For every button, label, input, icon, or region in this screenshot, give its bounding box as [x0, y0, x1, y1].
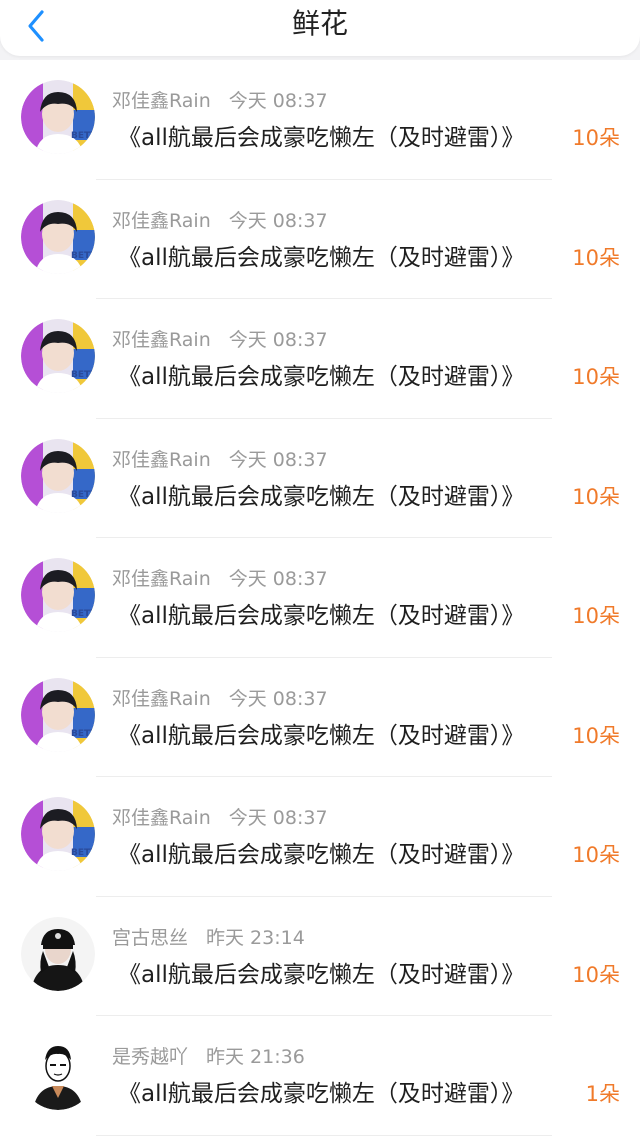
user-avatar[interactable]: BETT: [21, 199, 95, 274]
flower-count: 10朵: [572, 126, 620, 150]
username[interactable]: 邓佳鑫Rain: [112, 807, 211, 829]
list-item[interactable]: 是秀越吖 昨天 21:36 《all航最后会成豪吃懒左（及时避雷）》 1朵: [0, 1016, 640, 1136]
username[interactable]: 是秀越吖: [112, 1046, 188, 1068]
list-item[interactable]: BETT 邓佳鑫Rain 今天 08:37 《all航最后会成豪吃懒左（及时避雷）》…: [0, 538, 640, 658]
top-bar: 鲜花: [0, 0, 640, 56]
book-title[interactable]: 《all航最后会成豪吃懒左（及时避雷）》: [118, 477, 524, 511]
row-meta: 邓佳鑫Rain 今天 08:37: [112, 803, 328, 830]
list-item[interactable]: BETT 邓佳鑫Rain 今天 08:37 《all航最后会成豪吃懒左（及时避雷）》…: [0, 60, 640, 180]
username[interactable]: 邓佳鑫Rain: [112, 329, 211, 351]
book-title[interactable]: 《all航最后会成豪吃懒左（及时避雷）》: [118, 238, 524, 272]
book-title[interactable]: 《all航最后会成豪吃懒左（及时避雷）》: [118, 716, 524, 750]
svg-text:BETT: BETT: [71, 370, 95, 380]
flower-count: 10朵: [572, 723, 620, 748]
user-avatar[interactable]: BETT: [21, 677, 95, 752]
user-avatar[interactable]: BETT: [21, 80, 95, 154]
row-meta: 宫古思丝 昨天 23:14: [112, 923, 305, 950]
book-title[interactable]: 《all航最后会成豪吃懒左（及时避雷）》: [118, 1074, 524, 1108]
list-item[interactable]: BETT 邓佳鑫Rain 今天 08:37 《all航最后会成豪吃懒左（及时避雷）》…: [0, 418, 640, 538]
book-title[interactable]: 《all航最后会成豪吃懒左（及时避雷）》: [118, 596, 524, 630]
row-meta: 邓佳鑫Rain 今天 08:37: [112, 86, 328, 113]
flower-count: 10朵: [572, 245, 620, 270]
list-item[interactable]: BETT 邓佳鑫Rain 今天 08:37 《all航最后会成豪吃懒左（及时避雷）》…: [0, 299, 640, 419]
username[interactable]: 宫古思丝: [112, 927, 188, 949]
flower-count: 10朵: [572, 962, 620, 987]
flower-count: 10朵: [572, 484, 620, 509]
timestamp: 今天 08:37: [228, 568, 328, 590]
user-avatar[interactable]: [21, 916, 95, 991]
flower-list: BETT 邓佳鑫Rain 今天 08:37 《all航最后会成豪吃懒左（及时避雷）》…: [0, 60, 640, 1136]
list-item[interactable]: BETT 邓佳鑫Rain 今天 08:37 《all航最后会成豪吃懒左（及时避雷）》…: [0, 777, 640, 897]
user-avatar[interactable]: BETT: [21, 797, 95, 871]
flower-count: 10朵: [572, 843, 620, 867]
svg-text:BETT: BETT: [71, 131, 95, 141]
svg-text:BETT: BETT: [71, 848, 95, 858]
list-item[interactable]: BETT 邓佳鑫Rain 今天 08:37 《all航最后会成豪吃懒左（及时避雷）》…: [0, 657, 640, 777]
svg-text:BETT: BETT: [71, 251, 95, 261]
page-title: 鲜花: [291, 7, 348, 40]
row-meta: 邓佳鑫Rain 今天 08:37: [112, 684, 328, 711]
user-avatar[interactable]: BETT: [21, 558, 95, 632]
username[interactable]: 邓佳鑫Rain: [112, 449, 211, 471]
username[interactable]: 邓佳鑫Rain: [112, 210, 211, 232]
timestamp: 昨天 23:14: [206, 926, 305, 949]
username[interactable]: 邓佳鑫Rain: [112, 688, 211, 710]
user-avatar[interactable]: BETT: [21, 319, 95, 393]
book-title[interactable]: 《all航最后会成豪吃懒左（及时避雷）》: [118, 835, 524, 869]
username[interactable]: 邓佳鑫Rain: [112, 568, 211, 590]
user-avatar[interactable]: [21, 1036, 95, 1110]
flower-count: 1朵: [585, 1082, 620, 1106]
username[interactable]: 邓佳鑫Rain: [112, 90, 211, 112]
row-meta: 邓佳鑫Rain 今天 08:37: [112, 325, 328, 352]
row-meta: 邓佳鑫Rain 今天 08:37: [112, 564, 328, 591]
book-title[interactable]: 《all航最后会成豪吃懒左（及时避雷）》: [118, 357, 524, 391]
book-title[interactable]: 《all航最后会成豪吃懒左（及时避雷）》: [118, 955, 524, 989]
list-item[interactable]: 宫古思丝 昨天 23:14 《all航最后会成豪吃懒左（及时避雷）》 10朵: [0, 896, 640, 1016]
row-meta: 邓佳鑫Rain 今天 08:37: [112, 206, 328, 233]
timestamp: 今天 08:37: [228, 448, 328, 471]
timestamp: 今天 08:37: [228, 329, 328, 351]
timestamp: 今天 08:37: [228, 687, 328, 710]
timestamp: 今天 08:37: [228, 807, 328, 829]
timestamp: 今天 08:37: [228, 90, 328, 112]
svg-text:BETT: BETT: [71, 609, 95, 619]
list-item[interactable]: BETT 邓佳鑫Rain 今天 08:37 《all航最后会成豪吃懒左（及时避雷）》…: [0, 179, 640, 299]
user-avatar[interactable]: BETT: [21, 438, 95, 513]
book-title[interactable]: 《all航最后会成豪吃懒左（及时避雷）》: [118, 118, 524, 152]
svg-text:BETT: BETT: [71, 490, 95, 500]
timestamp: 昨天 21:36: [206, 1046, 305, 1068]
flower-count: 10朵: [572, 604, 620, 628]
svg-text:BETT: BETT: [71, 729, 95, 739]
flower-count: 10朵: [572, 365, 620, 389]
row-meta: 邓佳鑫Rain 今天 08:37: [112, 445, 328, 472]
row-meta: 是秀越吖 昨天 21:36: [112, 1042, 305, 1069]
timestamp: 今天 08:37: [228, 209, 328, 232]
